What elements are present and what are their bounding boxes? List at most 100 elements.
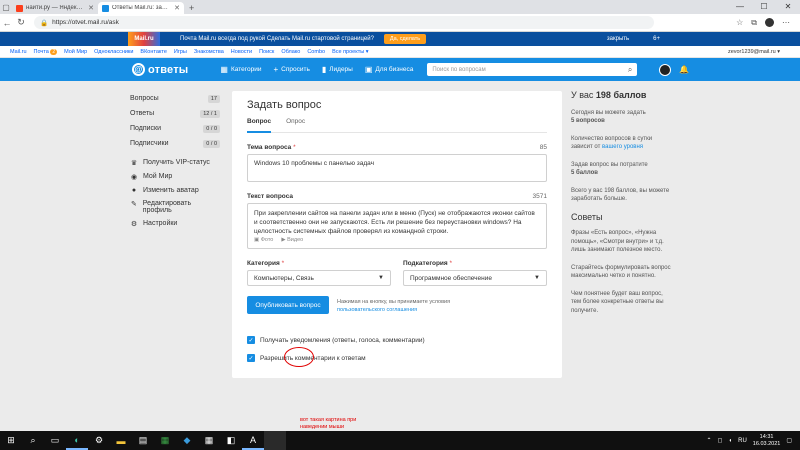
portal-link-mailru[interactable]: Mail.ru — [10, 49, 27, 55]
category-select[interactable]: Компьютеры, Связь ▼ — [247, 270, 391, 286]
vscode-icon[interactable]: ◆ — [176, 431, 198, 450]
tip-1: Фразы «Есть вопрос», «Нужна помощь», «См… — [571, 230, 664, 253]
nav-ask[interactable]: + Спросить — [273, 65, 309, 74]
clock[interactable]: 14:31 16.03.2021 — [753, 434, 781, 448]
user-email-menu[interactable]: zevor1239@mail.ru ▾ — [728, 49, 780, 55]
app2-icon[interactable]: ◧ — [220, 431, 242, 450]
yandex-favicon-icon — [16, 4, 23, 12]
app-icon[interactable]: ▦ — [154, 431, 176, 450]
minimize-button[interactable]: — — [728, 0, 752, 14]
menu-label: Мой Мир — [143, 173, 173, 180]
video-icon: ▶ — [281, 237, 286, 243]
app3-icon[interactable]: A — [242, 431, 264, 450]
tab-question[interactable]: Вопрос — [247, 118, 272, 133]
attach-video-button[interactable]: ▶ Видео — [281, 236, 303, 245]
portal-link-games[interactable]: Игры — [174, 49, 187, 55]
browser-tab-1[interactable]: найти.ру — Яндекс нашлось 12 млн... ✕ — [12, 2, 98, 14]
search-icon[interactable]: ⌕ — [628, 65, 632, 75]
stat-subscribers[interactable]: Подписчики 0 / 0 — [130, 136, 220, 151]
otvety-logo[interactable]: @ ответы — [132, 63, 188, 76]
portal-link-combo[interactable]: Combo — [307, 49, 325, 55]
theme-label: Тема вопроса * — [247, 144, 296, 151]
task-view-icon[interactable]: ▭ — [44, 431, 66, 450]
gear-icon: ⚙ — [130, 221, 138, 228]
close-window-button[interactable]: ✕ — [776, 0, 800, 14]
search-taskbar-icon[interactable]: ⌕ — [22, 431, 44, 450]
menu-change-avatar[interactable]: ● Изменить аватар — [130, 187, 220, 194]
menu-vip[interactable]: ♛ Получить VIP-статус — [130, 159, 220, 167]
portal-link-cloud[interactable]: Облако — [281, 49, 300, 55]
nav-business[interactable]: ▣ Для бизнеса — [365, 65, 414, 74]
notify-label: Получать уведомления (ответы, голоса, ко… — [260, 336, 425, 344]
portal-link-vk[interactable]: ВКонтакте — [140, 49, 166, 55]
chevron-up-icon[interactable]: ⌃ — [706, 437, 711, 444]
stat-label: Подписки — [130, 125, 162, 132]
otvety-favicon-icon — [102, 4, 109, 12]
portal-link-news[interactable]: Новости — [231, 49, 252, 55]
user-avatar[interactable] — [659, 63, 672, 76]
menu-mymir[interactable]: ◉ Мой Мир — [130, 173, 220, 181]
attach-photo-button[interactable]: ▣ Фото — [254, 236, 273, 245]
make-start-page-button[interactable]: Да, сделать — [383, 34, 427, 44]
menu-edit-profile[interactable]: ✎ Редактировать профиль — [130, 200, 220, 214]
header-nav: ▦ Категории + Спросить ▮ Лидеры ▣ Для бизнес… — [220, 65, 413, 74]
subcategory-select[interactable]: Программное обеспечение ▼ — [403, 270, 547, 286]
start-button[interactable]: ⊞ — [0, 431, 22, 450]
refresh-icon[interactable]: ↻ — [14, 17, 28, 28]
tab-actions-icon[interactable]: ▢ — [0, 0, 12, 14]
plus-icon: + — [273, 65, 279, 74]
back-icon[interactable]: ← — [0, 18, 14, 28]
level-link[interactable]: вашего уровня — [602, 144, 643, 150]
stat-questions[interactable]: Вопросы 17 — [130, 91, 220, 106]
comments-checkbox[interactable]: ✓ — [247, 354, 255, 362]
collections-icon[interactable]: ⧉ — [751, 18, 757, 28]
notify-checkbox-row[interactable]: ✓ Получать уведомления (ответы, голоса, … — [247, 336, 547, 344]
nav-categories[interactable]: ▦ Категории — [220, 65, 261, 74]
stat-subscriptions[interactable]: Подписки 0 / 0 — [130, 121, 220, 136]
url-field[interactable]: 🔒 https://otvet.mail.ru/ask — [34, 16, 654, 29]
more-icon[interactable]: ⋯ — [782, 18, 790, 27]
explorer-icon[interactable]: ▬ — [110, 431, 132, 450]
promo-close-link[interactable]: закрыть — [607, 36, 629, 42]
question-text-area[interactable]: При закреплении сайтов на панели задач и… — [247, 203, 547, 249]
notify-checkbox[interactable]: ✓ — [247, 336, 255, 344]
theme-input[interactable]: Windows 10 проблемы с панелью задач — [247, 154, 547, 182]
new-tab-button[interactable]: + — [184, 2, 199, 14]
network-icon[interactable]: ◻ — [718, 437, 723, 444]
profile-avatar[interactable] — [765, 18, 774, 27]
calculator-icon[interactable]: ▦ — [198, 431, 220, 450]
volume-icon[interactable]: ◖ — [729, 438, 733, 444]
portal-link-all-projects[interactable]: Все проекты ▾ — [332, 49, 368, 55]
publish-button[interactable]: Опубликовать вопрос — [247, 296, 329, 314]
stat-label: Ответы — [130, 110, 155, 117]
browser-tab-2[interactable]: Ответы Mail.ru: задать вопрос ✕ — [98, 2, 184, 14]
menu-settings[interactable]: ⚙ Настройки — [130, 220, 220, 228]
notifications-icon[interactable]: ▢ — [786, 437, 792, 444]
info-text: Сегодня вы можете задать — [571, 109, 646, 116]
subcategory-value: Программное обеспечение — [410, 274, 492, 282]
blank-site-icon[interactable] — [264, 431, 286, 450]
maximize-button[interactable]: ☐ — [752, 0, 776, 14]
store-icon[interactable]: ▤ — [132, 431, 154, 450]
close-tab-icon[interactable]: ✕ — [174, 4, 180, 12]
portal-link-ok[interactable]: Одноклассники — [94, 49, 133, 55]
tab-poll[interactable]: Опрос — [286, 118, 305, 132]
favorites-icon[interactable]: ☆ — [736, 18, 743, 27]
points-prefix: У вас — [571, 90, 594, 100]
stat-answers[interactable]: Ответы 12 / 1 — [130, 106, 220, 121]
edge-icon[interactable]: ◐ — [66, 431, 88, 450]
portal-link-dating[interactable]: Знакомства — [194, 49, 224, 55]
terms-link[interactable]: пользовательского соглашения — [337, 307, 417, 313]
portal-link-search[interactable]: Поиск — [259, 49, 274, 55]
nav-leaders[interactable]: ▮ Лидеры — [322, 65, 353, 74]
bell-icon[interactable]: 🔔 — [679, 65, 689, 74]
tab-title: Ответы Mail.ru: задать вопрос — [112, 5, 172, 11]
close-tab-icon[interactable]: ✕ — [88, 4, 94, 12]
language-indicator[interactable]: RU — [738, 438, 747, 444]
portal-link-mymir[interactable]: Мой Мир — [64, 49, 87, 55]
tab-title: найти.ру — Яндекс нашлось 12 млн... — [26, 5, 85, 11]
portal-link-mail[interactable]: Почта 2 — [34, 48, 58, 55]
settings-icon[interactable]: ⚙ — [88, 431, 110, 450]
annotation-circle — [284, 347, 314, 367]
search-input[interactable]: Поиск по вопросам ⌕ — [427, 63, 638, 76]
